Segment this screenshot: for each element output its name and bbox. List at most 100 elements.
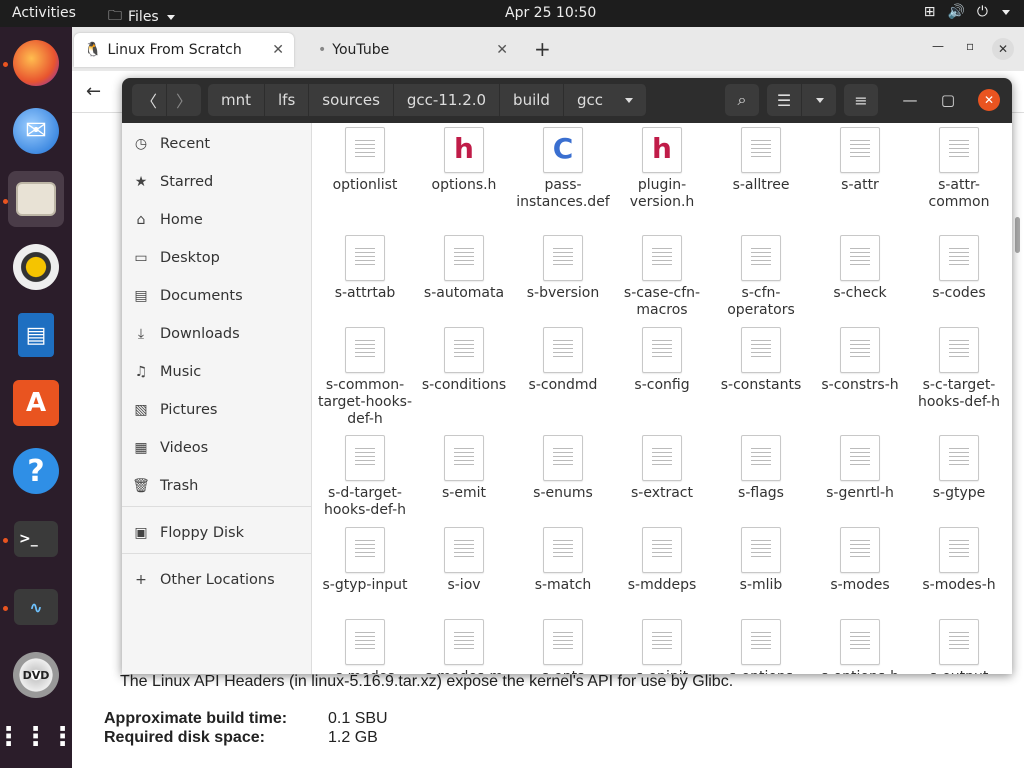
page-scrollbar[interactable] bbox=[1015, 217, 1020, 253]
text-file-icon bbox=[642, 435, 682, 481]
file-item[interactable]: s-genrtl-h bbox=[810, 435, 910, 502]
grid-icon: ⋮⋮⋮ bbox=[0, 722, 77, 752]
file-item[interactable]: s-emit bbox=[414, 435, 514, 502]
forward-button[interactable]: 〉 bbox=[167, 84, 201, 116]
file-name: s-case-cfn-macros bbox=[623, 285, 701, 318]
build-time-value: 0.1 SBU bbox=[328, 710, 388, 727]
file-item[interactable]: s-condmd bbox=[513, 327, 613, 394]
dvd-launcher[interactable]: DVD bbox=[8, 647, 64, 703]
file-item[interactable]: s-mddeps bbox=[612, 527, 712, 594]
file-item[interactable]: Cpass-instances.def bbox=[513, 127, 613, 211]
file-item[interactable]: optionlist bbox=[315, 127, 415, 194]
file-item[interactable]: s-bversion bbox=[513, 235, 613, 302]
new-tab-button[interactable]: + bbox=[534, 37, 551, 61]
file-item[interactable]: s-opts bbox=[513, 619, 613, 674]
sidebar-item-desktop[interactable]: ▭ Desktop bbox=[132, 239, 219, 277]
file-item[interactable]: s-modes bbox=[315, 619, 415, 674]
file-item[interactable]: s-constrs-h bbox=[810, 327, 910, 394]
file-item[interactable]: s-attrtab bbox=[315, 235, 415, 302]
files-launcher[interactable] bbox=[8, 171, 64, 227]
minimize-button[interactable]: — bbox=[932, 39, 944, 53]
sidebar-item-downloads[interactable]: ⤓ Downloads bbox=[132, 315, 240, 353]
file-item[interactable]: s-options bbox=[711, 619, 811, 674]
places-sidebar: ◷ Recent ★ Starred ⌂ Home ▭ Desktop ▤ Documents ⤓ D… bbox=[122, 123, 312, 674]
file-item[interactable]: s-common-target-hooks-def-h bbox=[315, 327, 415, 428]
file-item[interactable]: s-opinit bbox=[612, 619, 712, 674]
software-launcher[interactable]: A bbox=[8, 375, 64, 431]
clock[interactable]: Apr 25 10:50 bbox=[505, 5, 596, 21]
view-options-button[interactable] bbox=[802, 84, 836, 116]
file-item[interactable]: s-alltree bbox=[711, 127, 811, 194]
close-tab-icon[interactable]: ✕ bbox=[496, 42, 508, 58]
sidebar-item-floppy-disk[interactable]: ▣ Floppy Disk bbox=[132, 514, 244, 552]
file-item[interactable]: s-attr bbox=[810, 127, 910, 194]
file-item[interactable]: s-gtype bbox=[909, 435, 1009, 502]
file-item[interactable]: s-c-target-hooks-def-h bbox=[909, 327, 1009, 411]
file-item[interactable]: s-check bbox=[810, 235, 910, 302]
close-window-button[interactable]: ✕ bbox=[978, 89, 1000, 111]
sidebar-item-music[interactable]: ♫ Music bbox=[132, 353, 202, 391]
tab-lfs[interactable]: 🐧 Linux From Scratch ✕ bbox=[74, 33, 294, 67]
tux-icon: 🐧 bbox=[84, 42, 102, 58]
file-item[interactable]: s-gtyp-input bbox=[315, 527, 415, 594]
breadcrumb-sources[interactable]: sources bbox=[309, 84, 394, 116]
show-apps-button[interactable]: ⋮⋮⋮ bbox=[0, 709, 77, 765]
close-tab-icon[interactable]: ✕ bbox=[272, 42, 284, 58]
file-item[interactable]: s-options-h bbox=[810, 619, 910, 674]
breadcrumb-build[interactable]: build bbox=[500, 84, 564, 116]
sidebar-item-videos[interactable]: ▦ Videos bbox=[132, 429, 208, 467]
sidebar-item-other-locations[interactable]: + Other Locations bbox=[132, 561, 275, 599]
file-item[interactable]: h plugin-version.h bbox=[612, 127, 712, 211]
thunderbird-launcher[interactable]: ✉ bbox=[8, 103, 64, 159]
breadcrumb-gcc-11-2-0[interactable]: gcc-11.2.0 bbox=[393, 84, 501, 116]
firefox-launcher[interactable] bbox=[8, 35, 64, 91]
breadcrumb-mnt[interactable]: mnt bbox=[208, 84, 265, 116]
file-item[interactable]: h options.h bbox=[414, 127, 514, 194]
system-tray[interactable]: ⊞ 🔊 ⏻ bbox=[924, 4, 1010, 20]
sidebar-item-trash[interactable]: 🗑 Trash bbox=[132, 467, 198, 505]
file-item[interactable]: s-iov bbox=[414, 527, 514, 594]
file-item[interactable]: s-attr-common bbox=[909, 127, 1009, 211]
sidebar-item-home[interactable]: ⌂ Home bbox=[132, 201, 203, 239]
breadcrumb-gcc[interactable]: gcc bbox=[563, 84, 647, 116]
file-item[interactable]: s-mlib bbox=[711, 527, 811, 594]
file-item[interactable]: s-constants bbox=[711, 327, 811, 394]
terminal-launcher[interactable]: >_ bbox=[8, 511, 64, 567]
back-icon[interactable]: ← bbox=[86, 81, 101, 102]
file-item[interactable]: s-d-target-hooks-def-h bbox=[315, 435, 415, 519]
file-item[interactable]: s-output bbox=[909, 619, 1009, 674]
breadcrumb-lfs[interactable]: lfs bbox=[265, 84, 310, 116]
rhythmbox-launcher[interactable] bbox=[8, 239, 64, 295]
file-item[interactable]: s-codes bbox=[909, 235, 1009, 302]
sidebar-item-pictures[interactable]: ▧ Pictures bbox=[132, 391, 217, 429]
file-item[interactable]: s-enums bbox=[513, 435, 613, 502]
sidebar-item-documents[interactable]: ▤ Documents bbox=[132, 277, 242, 315]
file-item[interactable]: s-extract bbox=[612, 435, 712, 502]
file-item[interactable]: s-modes-m bbox=[414, 619, 514, 674]
app-menu[interactable]: 🗀 Files bbox=[108, 5, 175, 29]
file-item[interactable]: s-flags bbox=[711, 435, 811, 502]
file-item[interactable]: s-case-cfn-macros bbox=[612, 235, 712, 319]
search-button[interactable]: ⌕ bbox=[725, 84, 759, 116]
help-launcher[interactable]: ? bbox=[8, 443, 64, 499]
tab-youtube[interactable]: • YouTube ✕ bbox=[308, 33, 518, 67]
menu-button[interactable]: ≡ bbox=[844, 84, 878, 116]
file-item[interactable]: s-automata bbox=[414, 235, 514, 302]
writer-launcher[interactable]: ▤ bbox=[8, 307, 64, 363]
maximize-button[interactable]: ▢ bbox=[936, 84, 960, 116]
back-button[interactable]: 〈 bbox=[132, 84, 166, 116]
view-toggle-button[interactable]: ☰ bbox=[767, 84, 801, 116]
activities-button[interactable]: Activities bbox=[12, 5, 76, 21]
sidebar-item-starred[interactable]: ★ Starred bbox=[132, 163, 214, 201]
close-window-button[interactable]: ✕ bbox=[992, 38, 1014, 60]
minimize-button[interactable]: — bbox=[898, 84, 922, 116]
file-item[interactable]: s-conditions bbox=[414, 327, 514, 394]
file-item[interactable]: s-cfn-operators bbox=[711, 235, 811, 319]
maximize-button[interactable]: ▫ bbox=[966, 39, 974, 53]
file-item[interactable]: s-config bbox=[612, 327, 712, 394]
system-monitor-launcher[interactable]: ∿ bbox=[8, 579, 64, 635]
file-item[interactable]: s-match bbox=[513, 527, 613, 594]
sidebar-item-recent[interactable]: ◷ Recent bbox=[132, 125, 210, 163]
file-item[interactable]: s-modes bbox=[810, 527, 910, 594]
file-item[interactable]: s-modes-h bbox=[909, 527, 1009, 594]
